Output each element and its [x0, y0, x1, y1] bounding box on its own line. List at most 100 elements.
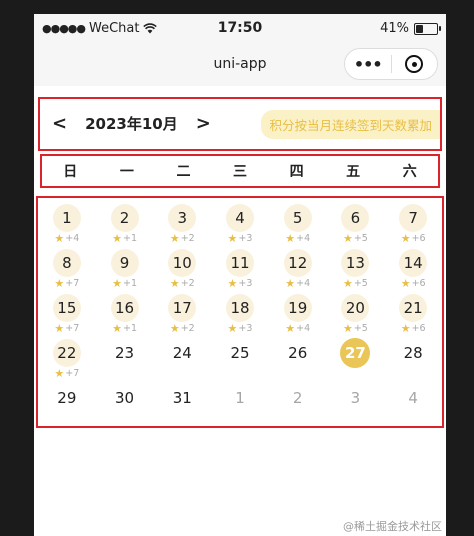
calendar-days: 1 ★ +4 2 ★ +1 3 ★ +2 4 ★ +3 5 ★ +4 6 ★ +5 7 ★ +6 8 ★ +7 9 ★ +1 10 ★ +…	[36, 196, 444, 428]
star-icon: ★	[169, 276, 180, 290]
points-value: +4	[65, 233, 80, 244]
calendar-day[interactable]: 3 ★ +2	[153, 202, 211, 247]
calendar-day[interactable]: 26	[269, 337, 327, 382]
star-icon: ★	[169, 231, 180, 245]
weekday-row: 日一二三四五六	[42, 156, 438, 186]
day-number: 14	[399, 249, 428, 277]
star-icon: ★	[227, 321, 238, 335]
miniprogram-capsule: •••	[344, 48, 438, 80]
star-icon: ★	[227, 276, 238, 290]
day-number: 13	[341, 249, 370, 277]
battery-icon	[414, 22, 441, 35]
day-number: 15	[52, 294, 81, 322]
day-number: 3	[168, 204, 197, 232]
points-value: +4	[296, 278, 311, 289]
calendar-day[interactable]: 9 ★ +1	[96, 247, 154, 292]
calendar-day[interactable]: 13 ★ +5	[327, 247, 385, 292]
phone-screen: ●●●●● WeChat 17:50 41% uni-app ••• < 20 2	[34, 14, 446, 536]
day-number: 28	[403, 344, 423, 362]
points-badge: ★ +5	[342, 231, 368, 245]
star-icon: ★	[400, 231, 411, 245]
day-number: 21	[399, 294, 428, 322]
next-month-button[interactable]: >	[188, 114, 219, 133]
calendar-day[interactable]: 31	[153, 382, 211, 427]
points-badge: ★ +2	[169, 276, 195, 290]
star-icon: ★	[400, 321, 411, 335]
calendar-day[interactable]: 6 ★ +5	[327, 202, 385, 247]
calendar-header: < 2023年10月 > 积分按当月连续签到天数累加	[38, 97, 442, 151]
calendar-day[interactable]: 17 ★ +2	[153, 292, 211, 337]
calendar-day[interactable]: 19 ★ +4	[269, 292, 327, 337]
day-number: 7	[399, 204, 428, 232]
day-number: 24	[172, 344, 192, 362]
calendar-day[interactable]: 5 ★ +4	[269, 202, 327, 247]
points-value: +1	[122, 233, 138, 244]
day-number: 22	[52, 339, 81, 367]
calendar-day[interactable]: 1	[211, 382, 269, 427]
star-icon: ★	[54, 276, 65, 290]
star-icon: ★	[342, 276, 353, 290]
points-badge: ★ +4	[285, 231, 311, 245]
points-badge: ★ +1	[112, 233, 138, 245]
prev-month-button[interactable]: <	[44, 114, 75, 133]
calendar-day[interactable]: 24	[153, 337, 211, 382]
calendar-day[interactable]: 8 ★ +7	[38, 247, 96, 292]
month-label: 2023年10月	[85, 115, 178, 133]
calendar-day[interactable]: 25	[211, 337, 269, 382]
day-number: 17	[168, 294, 197, 322]
calendar-day[interactable]: 3	[327, 382, 385, 427]
calendar-day[interactable]: 1 ★ +4	[38, 202, 96, 247]
points-value: +2	[180, 323, 195, 334]
points-value: +7	[65, 323, 80, 334]
day-number: 29	[57, 389, 77, 407]
weekday-label: 三	[233, 164, 248, 180]
calendar-day[interactable]: 21 ★ +6	[384, 292, 442, 337]
calendar-day[interactable]: 15 ★ +7	[38, 292, 96, 337]
points-value: +1	[122, 278, 138, 289]
calendar-day[interactable]: 18 ★ +3	[211, 292, 269, 337]
status-right: 41%	[380, 21, 441, 36]
points-badge: ★ +5	[342, 276, 368, 290]
points-value: +3	[238, 233, 253, 244]
calendar-day[interactable]: 4 ★ +3	[211, 202, 269, 247]
calendar-day[interactable]: 30	[96, 382, 154, 427]
points-badge: ★ +7	[54, 368, 79, 380]
close-miniprogram-button[interactable]	[392, 55, 438, 73]
day-grid: 1 ★ +4 2 ★ +1 3 ★ +2 4 ★ +3 5 ★ +4 6 ★ +5 7 ★ +6 8 ★ +7 9 ★ +1 10 ★ +…	[38, 202, 442, 427]
calendar-day[interactable]: 2 ★ +1	[96, 202, 154, 247]
watermark: @稀土掘金技术社区	[343, 520, 442, 533]
calendar-day[interactable]: 11 ★ +3	[211, 247, 269, 292]
calendar-day[interactable]: 22 ★ +7	[38, 337, 96, 382]
points-badge: ★ +2	[170, 323, 195, 335]
more-icon[interactable]: •••	[345, 55, 391, 74]
calendar-day[interactable]: 27	[327, 337, 385, 382]
target-icon	[405, 55, 424, 73]
points-value: +3	[238, 323, 253, 334]
weekday-label: 一	[119, 164, 134, 180]
calendar-day[interactable]: 7 ★ +6	[384, 202, 442, 247]
calendar-day[interactable]: 4	[384, 382, 442, 427]
points-badge: ★ +4	[285, 278, 311, 290]
day-number: 4	[408, 389, 418, 407]
star-icon: ★	[285, 231, 296, 245]
star-icon: ★	[342, 231, 353, 245]
calendar-day[interactable]: 16 ★ +1	[96, 292, 154, 337]
points-badge: ★ +3	[227, 231, 253, 245]
points-value: +6	[411, 323, 426, 334]
calendar-day[interactable]: 2	[269, 382, 327, 427]
star-icon: ★	[112, 276, 122, 290]
points-badge: ★ +7	[54, 276, 79, 290]
day-number: 1	[235, 389, 245, 407]
calendar-day[interactable]: 14 ★ +6	[384, 247, 442, 292]
calendar-day[interactable]: 12 ★ +4	[269, 247, 327, 292]
calendar-day[interactable]: 10 ★ +2	[153, 247, 211, 292]
star-icon: ★	[227, 231, 238, 245]
calendar-day[interactable]: 28	[384, 337, 442, 382]
calendar-day[interactable]: 23	[96, 337, 154, 382]
day-number: 19	[283, 294, 312, 322]
day-number: 3	[350, 389, 361, 407]
calendar-day[interactable]: 29	[38, 382, 96, 427]
points-value: +4	[296, 233, 311, 244]
calendar-day[interactable]: 20 ★ +5	[327, 292, 385, 337]
points-value: +6	[411, 233, 426, 244]
